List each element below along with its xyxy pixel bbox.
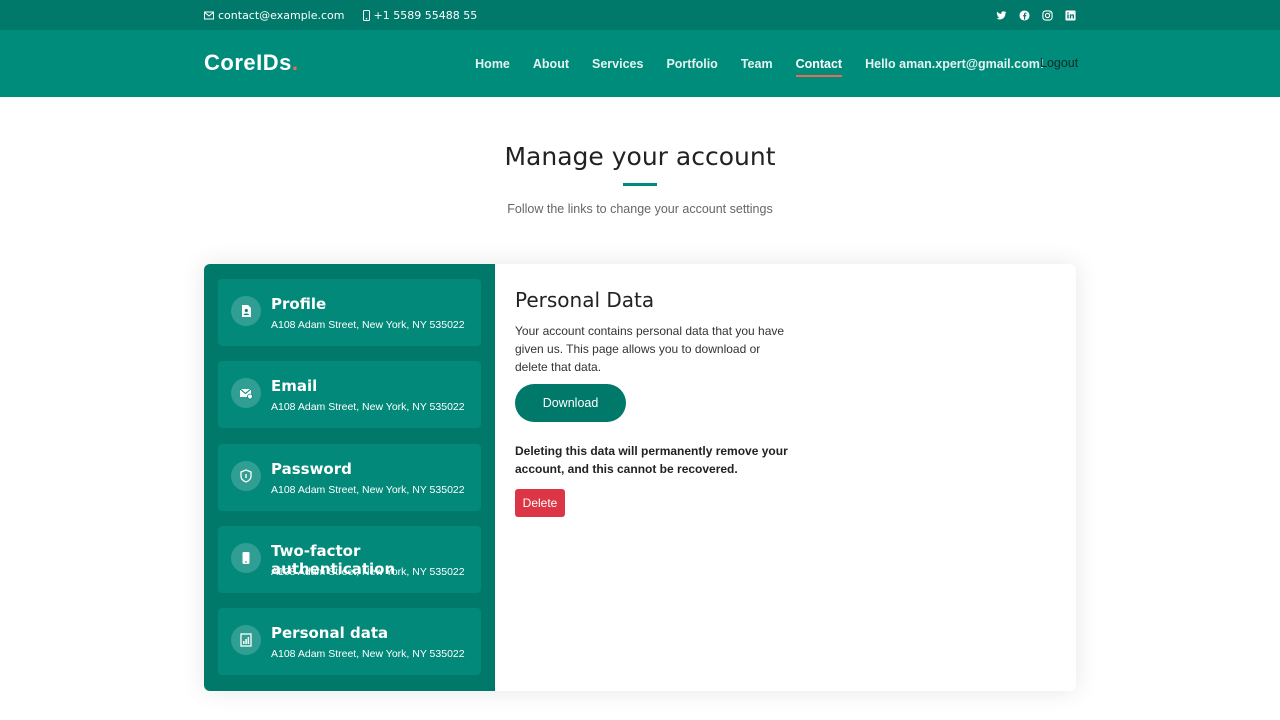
sidebar-item-label: Password [271,460,352,478]
nav-portfolio[interactable]: Portfolio [666,57,717,71]
sidebar-item-two-factor[interactable]: Two-factor authentication A108 Adam Stre… [218,526,481,593]
nav-home[interactable]: Home [475,57,510,71]
sidebar-item-personal-data[interactable]: Personal data A108 Adam Street, New York… [218,608,481,675]
personal-data-panel: Personal Data Your account contains pers… [515,288,795,517]
sidebar-item-password[interactable]: Password A108 Adam Street, New York, NY … [218,444,481,511]
sidebar-item-label: Profile [271,295,327,313]
main-nav: Home About Services Portfolio Team Conta… [475,30,1044,97]
site-logo[interactable]: CoreIDs. [204,50,298,76]
logout-link[interactable]: Logout [1040,56,1078,70]
nav-contact[interactable]: Contact [795,57,842,77]
sidebar-item-address: A108 Adam Street, New York, NY 535022 [271,484,465,496]
delete-warning: Deleting this data will permanently remo… [515,444,788,476]
sidebar-item-address: A108 Adam Street, New York, NY 535022 [271,566,465,578]
nav-about[interactable]: About [533,57,569,71]
topbar-phone[interactable]: +1 5589 55488 55 [362,8,478,22]
logo-dot: . [291,50,299,75]
nav-services[interactable]: Services [592,57,643,71]
logo-text: CoreIDs [204,50,292,75]
panel-description: Your account contains personal data that… [515,324,785,374]
title-underline [623,183,657,186]
panel-heading: Personal Data [515,288,655,312]
nav-user-greeting[interactable]: Hello aman.xpert@gmail.com! [865,57,1044,71]
linkedin-icon[interactable] [1065,9,1076,21]
phone-icon [362,9,370,21]
email-icon [231,378,261,408]
facebook-icon[interactable] [1019,9,1030,21]
sidebar-item-address: A108 Adam Street, New York, NY 535022 [271,401,465,413]
instagram-icon[interactable] [1042,9,1053,21]
nav-team[interactable]: Team [741,57,773,71]
phone-icon [231,543,261,573]
topbar-contact: contact@example.com +1 5589 55488 55 [204,0,477,30]
topbar: contact@example.com +1 5589 55488 55 [0,0,1280,30]
sidebar-item-address: A108 Adam Street, New York, NY 535022 [271,319,465,331]
page-subtitle: Follow the links to change your account … [507,202,773,216]
sidebar-item-email[interactable]: Email A108 Adam Street, New York, NY 535… [218,361,481,428]
topbar-phone-text: +1 5589 55488 55 [373,8,478,22]
twitter-icon[interactable] [996,10,1007,21]
account-sidebar: Profile A108 Adam Street, New York, NY 5… [204,264,495,691]
delete-button[interactable]: Delete [515,489,565,517]
shield-icon [231,461,261,491]
data-icon [231,625,261,655]
sidebar-item-label: Email [271,377,318,395]
topbar-email[interactable]: contact@example.com [204,9,345,22]
envelope-icon [204,11,214,19]
sidebar-item-label: Personal data [271,624,389,642]
sidebar-item-address: A108 Adam Street, New York, NY 535022 [271,648,465,660]
download-button[interactable]: Download [515,384,626,422]
social-links [996,0,1076,30]
page-title: Manage your account [504,142,776,171]
site-header: CoreIDs. Home About Services Portfolio T… [0,30,1280,97]
account-card: Profile A108 Adam Street, New York, NY 5… [204,264,1076,691]
sidebar-item-profile[interactable]: Profile A108 Adam Street, New York, NY 5… [218,279,481,346]
topbar-email-text: contact@example.com [218,8,345,22]
profile-icon [231,296,261,326]
